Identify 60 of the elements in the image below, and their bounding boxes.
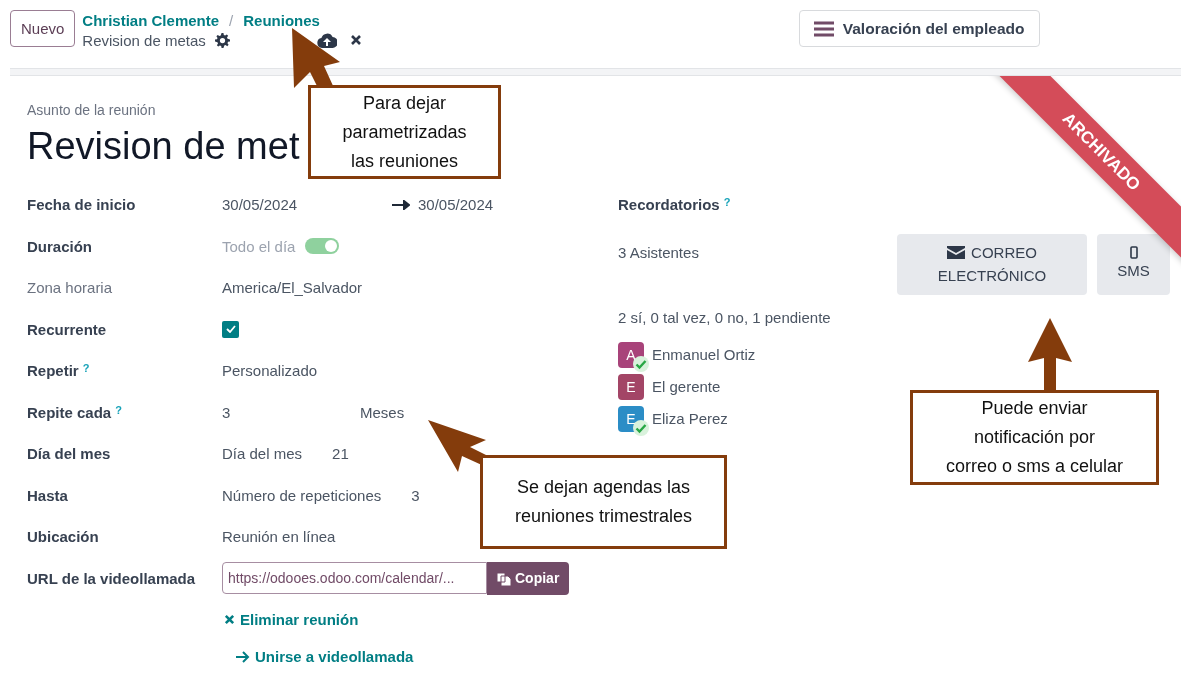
cloud-upload-icon[interactable] — [316, 32, 337, 48]
field-label: Repite cada — [27, 403, 112, 421]
callout-note: Para dejar parametrizadas las reuniones — [308, 85, 501, 179]
field-label: Día del mes — [27, 445, 111, 463]
attendee-name[interactable]: Enmanuel Ortiz — [652, 346, 756, 363]
toggle-switch[interactable] — [305, 238, 340, 255]
menu-icon — [813, 20, 834, 37]
callout-note: Se dejan agendas las reuniones trimestrales — [480, 455, 727, 549]
field-label: Hasta — [27, 486, 68, 504]
field-label: Duración — [27, 237, 92, 255]
arrow-right-icon — [236, 650, 250, 663]
field-label: Asunto de la reunión — [27, 101, 156, 119]
field-label: Fecha de inicio — [27, 196, 136, 214]
field-value[interactable]: 3 — [411, 486, 420, 504]
field-value[interactable]: Reunión en línea — [222, 528, 336, 546]
send-button[interactable]: CORREO ELECTRÓNICO — [897, 233, 1087, 295]
arrow-right-icon — [392, 199, 410, 210]
field-label: Ubicación — [27, 528, 99, 546]
close-icon — [224, 614, 235, 625]
attendee-name[interactable]: El gerente — [652, 378, 721, 395]
breadcrumb-link[interactable]: Reuniones — [243, 11, 320, 29]
settings-icon[interactable] — [214, 32, 230, 48]
field-value[interactable]: America/El_Salvador — [222, 279, 363, 297]
envelope-icon — [947, 246, 966, 259]
field-label: URL de la videollamada — [27, 569, 196, 587]
checkmark-icon — [225, 325, 236, 334]
field-value[interactable]: 3 — [222, 403, 360, 421]
field-value[interactable]: 21 — [332, 445, 349, 463]
response-summary: 2 sí, 0 tal vez, 0 no, 1 pendiente — [618, 307, 832, 328]
attendee-count: 3 Asistentes — [618, 242, 700, 263]
action-menu-button[interactable]: Valoración del empleado — [798, 10, 1040, 47]
copy-button[interactable]: Copiar — [487, 561, 570, 595]
link[interactable]: Unirse a videollamada — [236, 648, 414, 665]
field-value[interactable]: 30/05/2024 — [222, 196, 392, 214]
breadcrumb-link[interactable]: Christian Clemente — [82, 11, 220, 29]
breadcrumb-separator: / — [229, 11, 234, 29]
field-value[interactable]: Meses — [360, 403, 405, 421]
avatar: E — [618, 373, 644, 400]
field-label: Recordatorios — [618, 196, 720, 213]
new-button[interactable]: Nuevo — [10, 10, 76, 47]
phone-icon — [1129, 246, 1138, 259]
copy-icon — [497, 570, 511, 586]
field-value[interactable]: 30/05/2024 — [418, 196, 494, 214]
field-value[interactable]: Número de repeticiones — [222, 486, 382, 504]
field-label: Recurrente — [27, 320, 107, 338]
send-button[interactable]: SMS — [1097, 233, 1170, 295]
checkbox[interactable] — [222, 320, 239, 338]
field-value: Todo el día — [222, 237, 296, 255]
field-label: Repetir — [27, 362, 79, 380]
callout-note: Puede enviar notificación por correo o sms a celular — [910, 390, 1159, 485]
close-icon[interactable] — [349, 34, 362, 46]
field-label: Zona horaria — [27, 279, 113, 297]
field-value[interactable]: Personalizado — [222, 362, 318, 380]
record-title: Revision de met — [27, 124, 300, 169]
record-name: Revision de metas — [82, 31, 206, 49]
callout-arrow — [292, 28, 340, 88]
field-value[interactable]: Día del mes — [222, 445, 303, 463]
url-field[interactable]: https://odooes.odoo.com/calendar/... — [222, 562, 487, 595]
attendee-name[interactable]: Eliza Perez — [652, 410, 728, 427]
link[interactable]: Eliminar reunión — [224, 611, 359, 628]
